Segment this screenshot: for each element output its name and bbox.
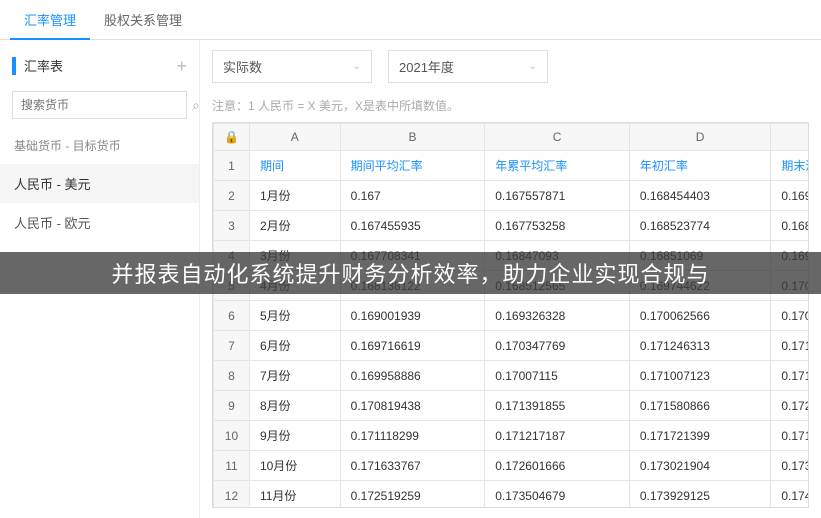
table-cell[interactable]: 0.172255648: [771, 391, 809, 421]
table-row[interactable]: 65月份0.1690019390.1693263280.1700625660.1…: [214, 301, 810, 331]
table-cell[interactable]: 0.167753258: [485, 211, 630, 241]
table-cell[interactable]: 0.169001939: [340, 301, 485, 331]
note-text: 注意：1 人民币 = X 美元，X是表中所填数值。: [212, 97, 809, 114]
table-cell[interactable]: 0.171007123: [629, 361, 771, 391]
table-row[interactable]: 1211月份0.1725192590.1735046790.1739291250…: [214, 481, 810, 509]
accent-bar: [12, 57, 16, 75]
table-cell[interactable]: 0.170062566: [629, 301, 771, 331]
table-row[interactable]: 98月份0.1708194380.1713918550.1715808660.1…: [214, 391, 810, 421]
measure-select-value: 实际数: [223, 57, 262, 76]
row-number: 2: [214, 181, 250, 211]
rate-table: 🔒ABCDE 1期间期间平均汇率年累平均汇率年初汇率期末汇率21月份0.1670…: [213, 123, 809, 508]
table-cell[interactable]: 0.168523774: [629, 211, 771, 241]
table-cell[interactable]: 6月份: [249, 331, 340, 361]
overlay-banner: 并报表自动化系统提升财务分析效率，助力企业实现合规与: [0, 252, 821, 294]
row-number: 3: [214, 211, 250, 241]
table-cell[interactable]: 0.170752164: [771, 301, 809, 331]
table-row[interactable]: 76月份0.1697166190.1703477690.1712463130.1…: [214, 331, 810, 361]
search-input[interactable]: [13, 92, 184, 118]
column-header[interactable]: 年初汇率: [629, 151, 771, 181]
lock-icon: 🔒: [214, 124, 250, 151]
column-letter: C: [485, 124, 630, 151]
table-cell[interactable]: 0.173563047: [771, 451, 809, 481]
table-cell[interactable]: 5月份: [249, 301, 340, 331]
table-cell[interactable]: 10月份: [249, 451, 340, 481]
measure-select[interactable]: 实际数 ⌄: [212, 50, 372, 83]
row-number: 12: [214, 481, 250, 509]
tab-rate-mgmt[interactable]: 汇率管理: [10, 0, 90, 39]
tab-equity-mgmt[interactable]: 股权关系管理: [90, 0, 196, 39]
column-letter: B: [340, 124, 485, 151]
table-cell[interactable]: 0.171246313: [629, 331, 771, 361]
table-row[interactable]: 32月份0.1674559350.1677532580.1685237740.1…: [214, 211, 810, 241]
column-letter: E: [771, 124, 809, 151]
column-header[interactable]: 期间平均汇率: [340, 151, 485, 181]
sidebar-item[interactable]: 人民币 - 美元: [0, 164, 199, 203]
sidebar-subheading: 基础货币 - 目标货币: [0, 127, 199, 164]
table-cell[interactable]: 1月份: [249, 181, 340, 211]
table-cell[interactable]: 0.169162272: [771, 181, 809, 211]
table-cell[interactable]: 0.171580866: [629, 391, 771, 421]
table-cell[interactable]: 0.169958886: [340, 361, 485, 391]
table-cell[interactable]: 0.171391855: [485, 391, 630, 421]
table-cell[interactable]: 0.169326328: [485, 301, 630, 331]
row-number: 7: [214, 331, 250, 361]
table-cell[interactable]: 0.171530856: [771, 361, 809, 391]
table-cell[interactable]: 0.167455935: [340, 211, 485, 241]
column-header[interactable]: 期末汇率: [771, 151, 809, 181]
table-cell[interactable]: 0.171850842: [771, 421, 809, 451]
table-cell[interactable]: 0.173021904: [629, 451, 771, 481]
rate-table-wrap[interactable]: 🔒ABCDE 1期间期间平均汇率年累平均汇率年初汇率期末汇率21月份0.1670…: [212, 122, 809, 508]
period-select-value: 2021年度: [399, 57, 454, 76]
column-letter: D: [629, 124, 771, 151]
chevron-down-icon: ⌄: [529, 61, 537, 72]
table-cell[interactable]: 8月份: [249, 391, 340, 421]
row-number: 10: [214, 421, 250, 451]
table-row[interactable]: 109月份0.1711182990.1712171870.1717213990.…: [214, 421, 810, 451]
row-number: 11: [214, 451, 250, 481]
row-number: 6: [214, 301, 250, 331]
table-row[interactable]: 1110月份0.1716337670.1726016660.1730219040…: [214, 451, 810, 481]
table-cell[interactable]: 0.170819438: [340, 391, 485, 421]
period-select[interactable]: 2021年度 ⌄: [388, 50, 548, 83]
table-cell[interactable]: 0.169716619: [340, 331, 485, 361]
column-header[interactable]: 期间: [249, 151, 340, 181]
table-cell[interactable]: 0.168454403: [629, 181, 771, 211]
table-cell[interactable]: 0.171444219: [771, 331, 809, 361]
table-cell[interactable]: 0.173504679: [485, 481, 630, 509]
table-cell[interactable]: 2月份: [249, 211, 340, 241]
table-cell[interactable]: 0.171217187: [485, 421, 630, 451]
table-cell[interactable]: 0.170347769: [485, 331, 630, 361]
sidebar-title: 汇率表: [24, 56, 63, 75]
table-cell[interactable]: 0.174765459: [771, 481, 809, 509]
table-cell[interactable]: 0.171721399: [629, 421, 771, 451]
table-cell[interactable]: 0.171633767: [340, 451, 485, 481]
sidebar-item[interactable]: 人民币 - 欧元: [0, 203, 199, 242]
column-letter: A: [249, 124, 340, 151]
row-number: 1: [214, 151, 250, 181]
table-cell[interactable]: 0.167557871: [485, 181, 630, 211]
table-cell[interactable]: 0.17007115: [485, 361, 630, 391]
table-row[interactable]: 21月份0.1670.1675578710.1684544030.1691622…: [214, 181, 810, 211]
row-number: 9: [214, 391, 250, 421]
table-cell[interactable]: 9月份: [249, 421, 340, 451]
table-cell[interactable]: 0.173929125: [629, 481, 771, 509]
table-cell[interactable]: 0.172601666: [485, 451, 630, 481]
table-cell[interactable]: 7月份: [249, 361, 340, 391]
table-row[interactable]: 87月份0.1699588860.170071150.1710071230.17…: [214, 361, 810, 391]
add-rate-button[interactable]: +: [176, 57, 187, 75]
table-cell[interactable]: 0.167: [340, 181, 485, 211]
table-cell[interactable]: 11月份: [249, 481, 340, 509]
column-header[interactable]: 年累平均汇率: [485, 151, 630, 181]
row-number: 8: [214, 361, 250, 391]
chevron-down-icon: ⌄: [353, 61, 361, 72]
table-cell[interactable]: 0.171118299: [340, 421, 485, 451]
table-cell[interactable]: 0.168529629: [771, 211, 809, 241]
table-cell[interactable]: 0.172519259: [340, 481, 485, 509]
